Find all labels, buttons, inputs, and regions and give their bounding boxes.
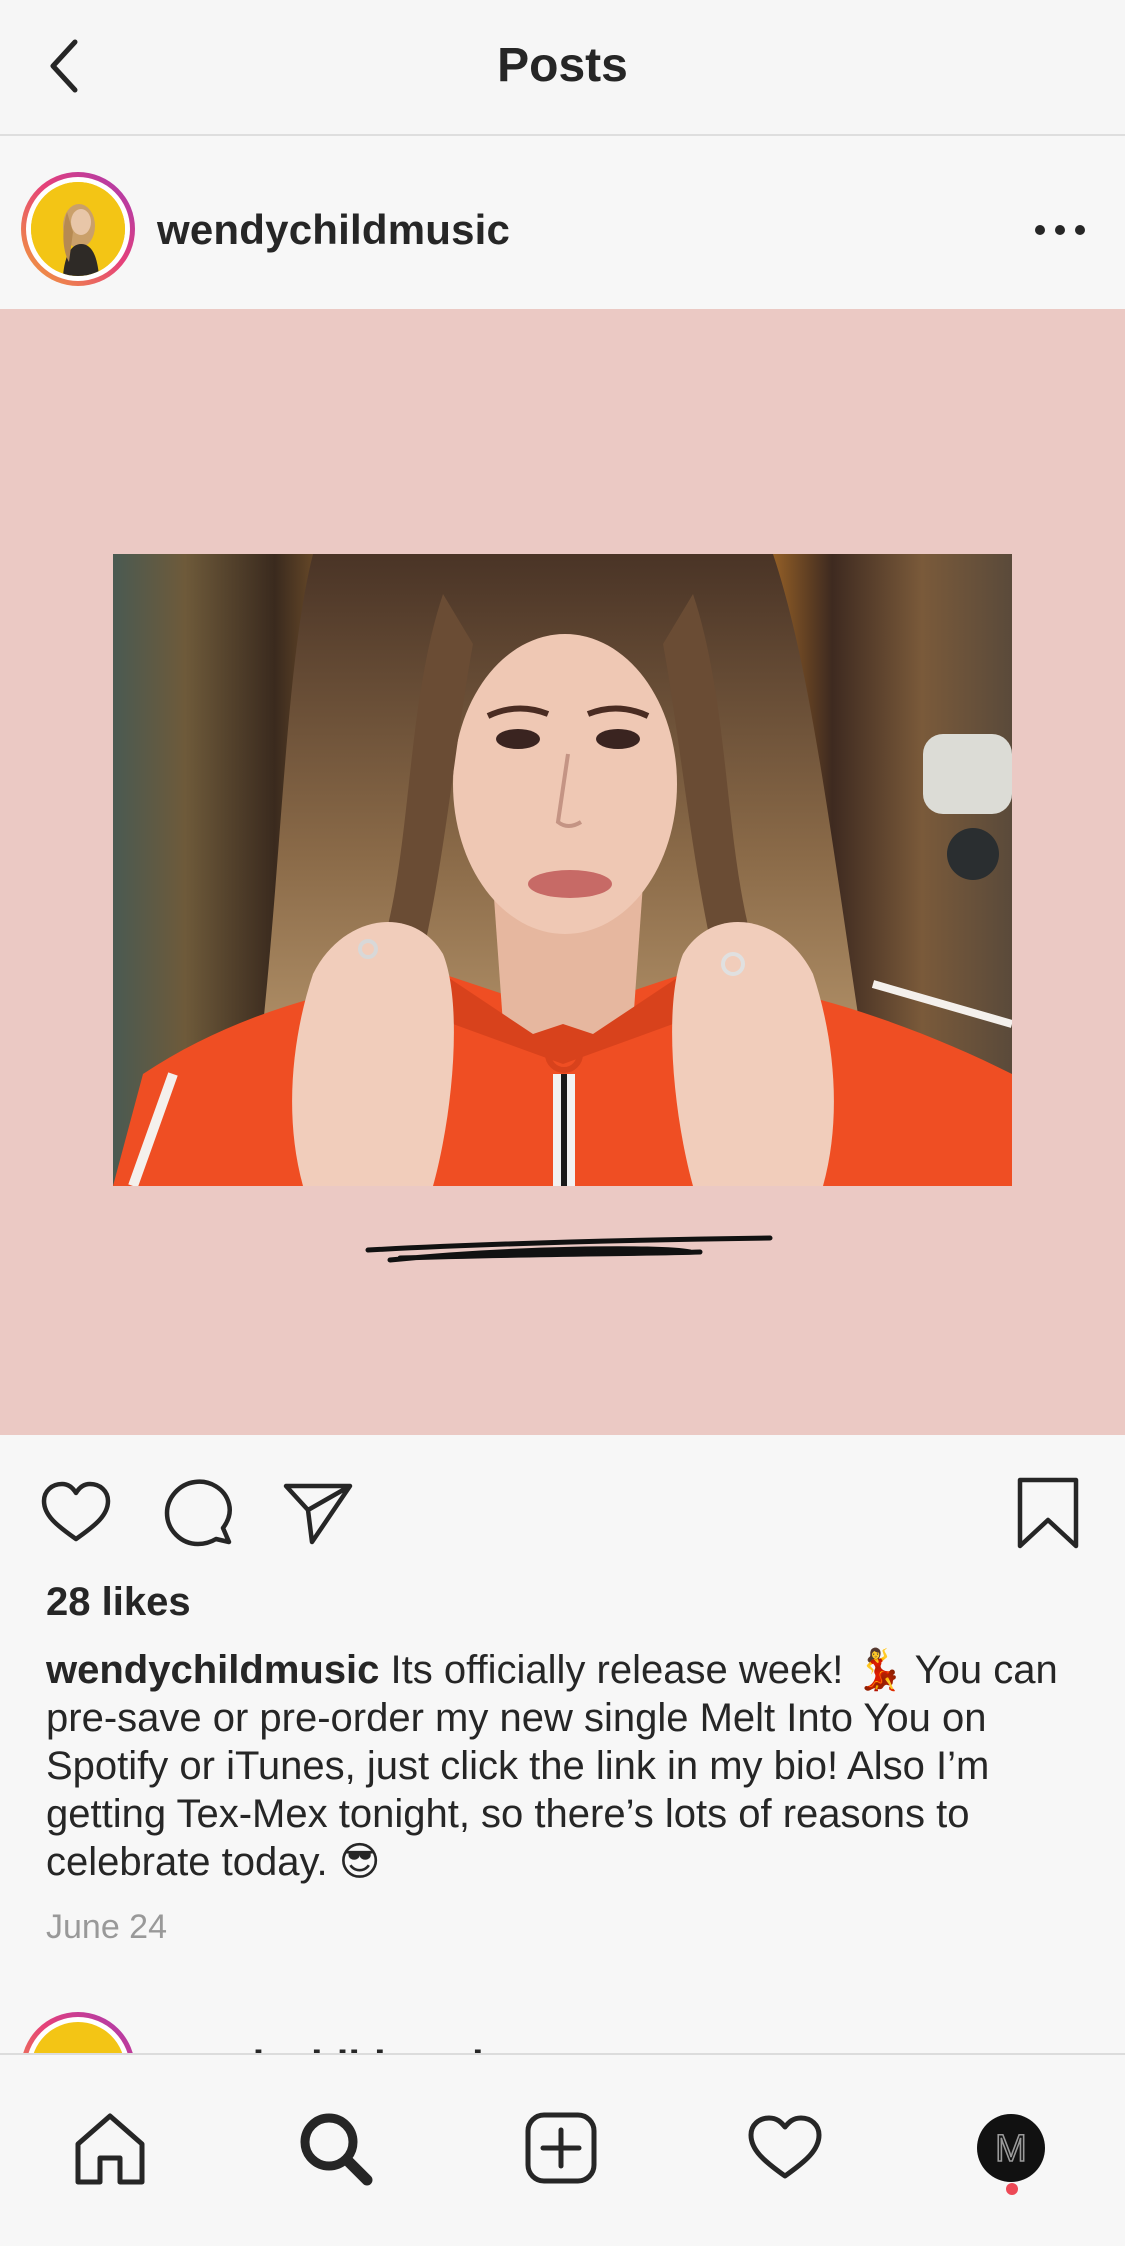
bookmark-icon bbox=[1017, 1477, 1079, 1549]
like-button[interactable] bbox=[36, 1473, 116, 1553]
comment-button[interactable] bbox=[158, 1473, 238, 1553]
post-header: wendychildmusic bbox=[0, 136, 1125, 309]
tab-home[interactable] bbox=[65, 2103, 155, 2193]
avatar[interactable] bbox=[21, 172, 135, 286]
plus-square-icon bbox=[525, 2112, 597, 2184]
caption-username[interactable]: wendychildmusic bbox=[46, 1648, 379, 1692]
heart-outline-icon bbox=[748, 2115, 822, 2179]
svg-text:M: M bbox=[995, 2128, 1027, 2170]
tab-search[interactable] bbox=[290, 2103, 380, 2193]
share-button[interactable] bbox=[278, 1473, 358, 1553]
bottom-tab-bar: M bbox=[0, 2053, 1125, 2246]
comment-bubble-icon bbox=[164, 1479, 232, 1547]
profile-avatar-icon: M bbox=[977, 2114, 1045, 2182]
post-caption: wendychildmusic Its officially release w… bbox=[46, 1646, 1086, 1886]
page-title: Posts bbox=[497, 39, 628, 92]
home-icon bbox=[75, 2113, 145, 2185]
paper-plane-icon bbox=[283, 1483, 353, 1545]
post-action-bar bbox=[0, 1435, 1125, 1585]
post-date: June 24 bbox=[46, 1908, 167, 1946]
post-image[interactable] bbox=[0, 309, 1125, 1435]
likes-count[interactable]: 28 likes bbox=[46, 1580, 191, 1625]
post-username[interactable]: wendychildmusic bbox=[157, 206, 510, 254]
tab-new-post[interactable] bbox=[516, 2103, 606, 2193]
save-button[interactable] bbox=[1008, 1473, 1088, 1553]
heart-outline-icon bbox=[41, 1481, 111, 1542]
top-navigation-bar: Posts bbox=[0, 0, 1125, 136]
avatar-image bbox=[31, 182, 125, 276]
more-options-button[interactable] bbox=[1030, 210, 1090, 250]
portrait-photo bbox=[113, 554, 1012, 1186]
notification-dot bbox=[1006, 2183, 1018, 2195]
pen-scribble bbox=[365, 1235, 773, 1263]
search-icon bbox=[300, 2113, 373, 2186]
tab-profile[interactable]: M bbox=[966, 2103, 1056, 2193]
tab-activity[interactable] bbox=[740, 2103, 830, 2193]
ellipsis-icon bbox=[1035, 225, 1085, 235]
